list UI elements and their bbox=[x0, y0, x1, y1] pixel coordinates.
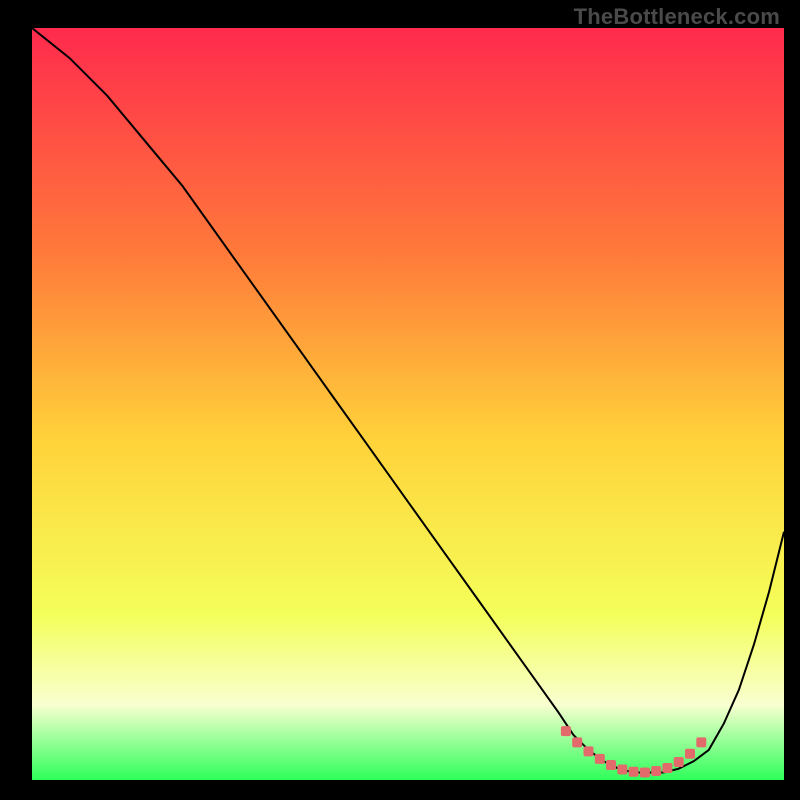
marker-dot bbox=[662, 763, 672, 773]
marker-dot bbox=[561, 726, 571, 736]
marker-dot bbox=[629, 767, 639, 777]
marker-dot bbox=[572, 737, 582, 747]
bottleneck-chart bbox=[32, 28, 784, 780]
marker-dot bbox=[640, 768, 650, 778]
marker-dot bbox=[696, 737, 706, 747]
marker-dot bbox=[584, 746, 594, 756]
marker-dot bbox=[651, 766, 661, 776]
marker-dot bbox=[685, 749, 695, 759]
plot-area bbox=[32, 28, 784, 780]
watermark-text: TheBottleneck.com bbox=[574, 4, 780, 30]
marker-dot bbox=[674, 757, 684, 767]
marker-dot bbox=[606, 760, 616, 770]
marker-dot bbox=[595, 754, 605, 764]
chart-frame: TheBottleneck.com bbox=[0, 0, 800, 800]
marker-dot bbox=[617, 765, 627, 775]
